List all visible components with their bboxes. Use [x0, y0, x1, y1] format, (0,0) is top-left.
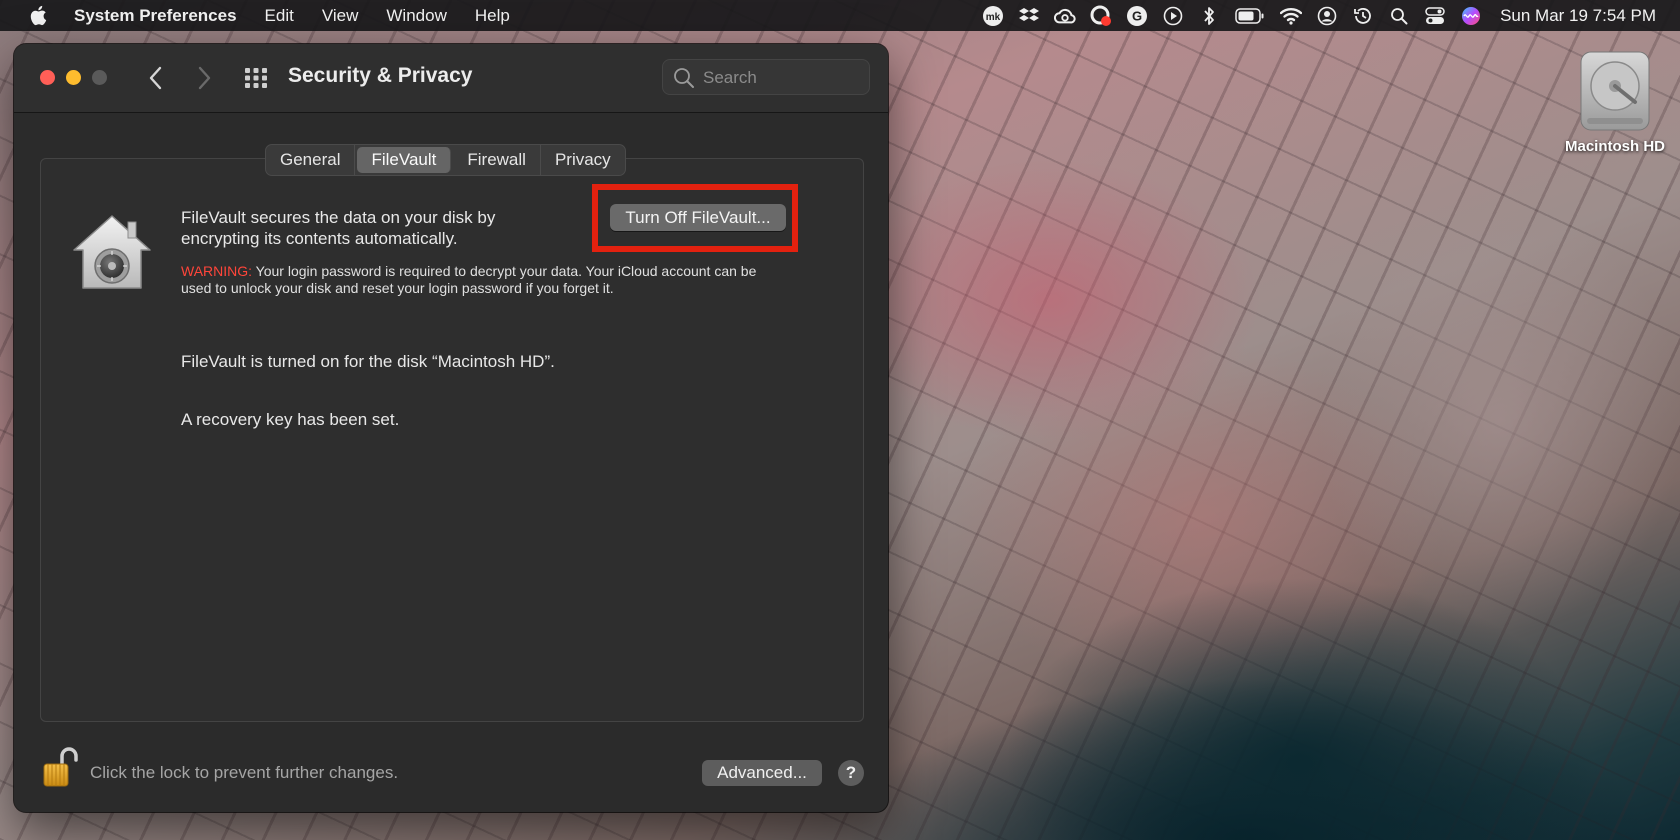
recovery-key-status-text: A recovery key has been set. [181, 410, 400, 429]
spotlight-search-icon[interactable] [1388, 5, 1410, 27]
grammarly-icon[interactable]: G [1126, 5, 1148, 27]
window-title: Security & Privacy [288, 64, 473, 87]
tab-privacy[interactable]: Privacy [541, 145, 625, 175]
bluetooth-icon[interactable] [1198, 5, 1220, 27]
dropbox-icon[interactable] [1018, 5, 1040, 27]
time-machine-icon[interactable] [1352, 5, 1374, 27]
warning-label: WARNING: [181, 263, 253, 279]
menu-bar-clock[interactable]: Sun Mar 19 7:54 PM [1500, 6, 1656, 26]
wifi-icon[interactable] [1280, 5, 1303, 27]
apple-menu-icon[interactable] [28, 5, 48, 27]
menu-window[interactable]: Window [386, 6, 446, 26]
battery-icon[interactable] [1234, 5, 1266, 27]
tab-firewall[interactable]: Firewall [453, 145, 541, 175]
filevault-status-text: FileVault is turned on for the disk “Mac… [181, 352, 555, 371]
minimize-window-button[interactable] [66, 70, 81, 85]
security-privacy-window: Security & Privacy General FileVault Fir… [14, 44, 888, 812]
creative-cloud-icon[interactable] [1054, 5, 1076, 27]
menu-view[interactable]: View [322, 6, 359, 26]
desktop-disk-macintosh-hd[interactable]: Macintosh HD [1550, 48, 1680, 155]
forward-chevron-icon[interactable] [192, 64, 216, 92]
control-center-icon[interactable] [1424, 5, 1446, 27]
advanced-button[interactable]: Advanced... [702, 760, 822, 786]
svg-text:G: G [1132, 8, 1142, 23]
play-circle-icon[interactable] [1162, 5, 1184, 27]
search-input[interactable] [701, 60, 865, 96]
help-button[interactable]: ? [838, 760, 864, 786]
search-icon [673, 67, 695, 89]
user-icon[interactable] [1316, 5, 1338, 27]
turn-off-filevault-button[interactable]: Turn Off FileVault... [610, 204, 786, 231]
mk-icon[interactable]: mk [982, 5, 1004, 27]
unlocked-padlock-icon[interactable] [42, 746, 78, 788]
siri-icon[interactable] [1460, 5, 1482, 27]
close-window-button[interactable] [40, 70, 55, 85]
hard-disk-icon [1575, 48, 1655, 134]
window-titlebar: Security & Privacy [14, 44, 888, 113]
menu-help[interactable]: Help [475, 6, 510, 26]
menu-bar: System Preferences Edit View Window Help… [0, 0, 1680, 31]
back-chevron-icon[interactable] [144, 64, 168, 92]
zoom-window-button[interactable] [92, 70, 107, 85]
filevault-house-safe-icon [70, 210, 154, 294]
menu-app-name[interactable]: System Preferences [74, 6, 237, 26]
disk-label: Macintosh HD [1564, 138, 1665, 155]
lock-instruction-text: Click the lock to prevent further change… [90, 763, 399, 782]
filevault-warning: WARNING: Your login password is required… [181, 263, 781, 297]
menu-edit[interactable]: Edit [265, 6, 294, 26]
tab-filevault[interactable]: FileVault [357, 147, 452, 173]
recording-icon[interactable] [1090, 5, 1112, 27]
filevault-description: FileVault secures the data on your disk … [181, 208, 496, 248]
show-all-grid-icon[interactable] [244, 66, 268, 90]
tab-general[interactable]: General [266, 145, 356, 175]
svg-text:mk: mk [986, 12, 1001, 23]
tab-bar: General FileVault Firewall Privacy [265, 144, 626, 176]
warning-text: Your login password is required to decry… [181, 263, 757, 296]
search-field[interactable] [662, 59, 870, 96]
menu-bar-status-area: mk G Sun Mar 19 7:54 PM [968, 0, 1656, 31]
